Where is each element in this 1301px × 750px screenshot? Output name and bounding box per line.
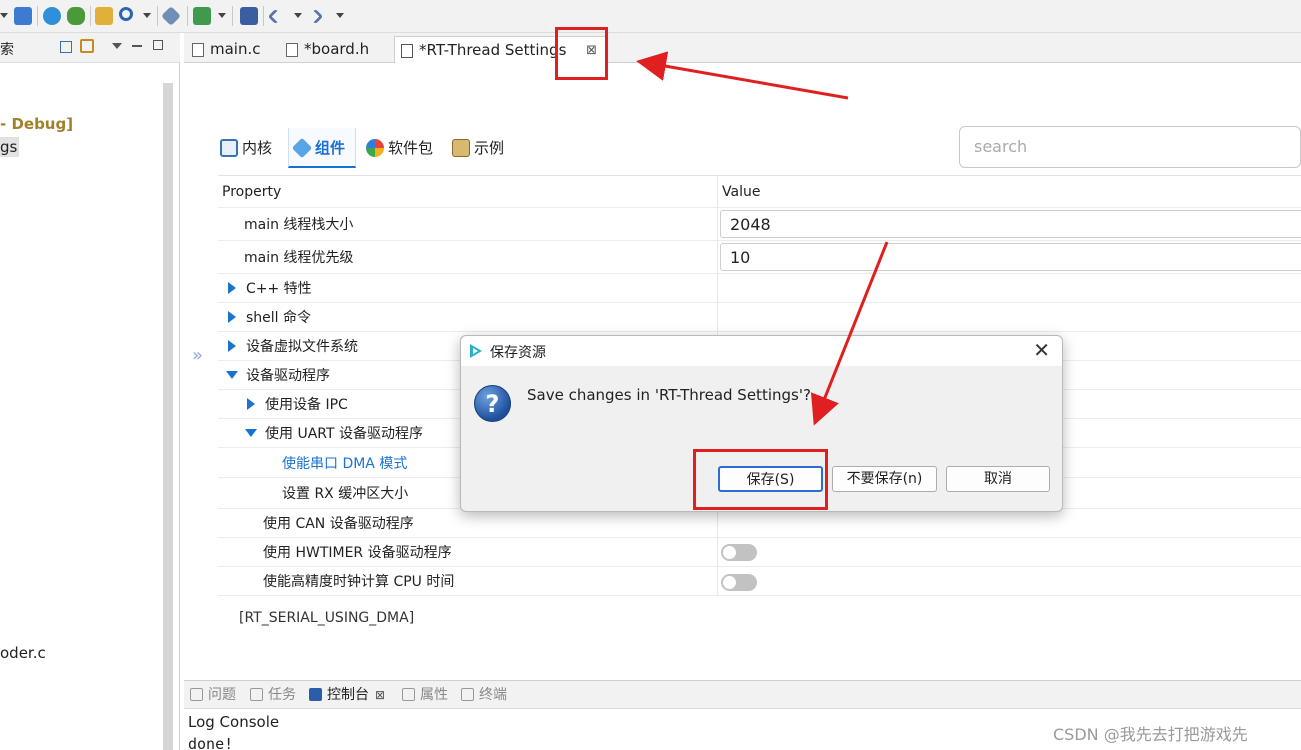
annotation-arrow-to-save: [810, 241, 889, 426]
annotation-arrow-to-tab: [636, 51, 849, 100]
annotation-arrows: [636, 51, 889, 426]
watermark-text: CSDN @我先去打把游戏先: [1053, 725, 1248, 744]
